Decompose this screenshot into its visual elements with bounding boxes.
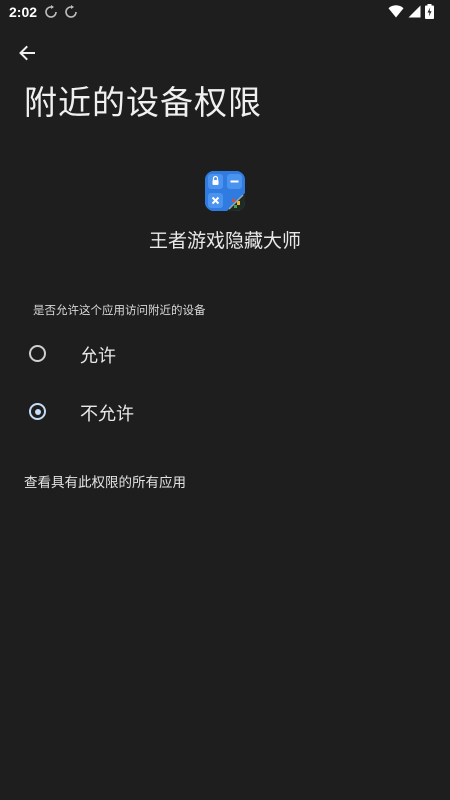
permission-question: 是否允许这个应用访问附近的设备	[33, 303, 206, 317]
option-deny-label: 不允许	[80, 404, 134, 425]
sync-icon	[45, 5, 57, 18]
sync-icon	[65, 5, 77, 18]
arrow-back-icon	[19, 45, 35, 61]
page-title: 附近的设备权限	[24, 83, 262, 122]
status-icons	[388, 4, 434, 19]
radio-button-unchecked[interactable]	[29, 345, 46, 362]
battery-charging-icon	[425, 4, 434, 19]
radio-selected-dot	[34, 408, 41, 415]
option-allow[interactable]: 允许	[0, 328, 450, 384]
calculator-app-icon	[205, 171, 245, 211]
status-bar: 2:02	[0, 0, 450, 26]
status-time: 2:02	[9, 4, 38, 20]
wifi-icon	[388, 5, 404, 18]
radio-button-checked[interactable]	[29, 403, 46, 420]
see-all-apps-link[interactable]: 查看具有此权限的所有应用	[24, 471, 186, 491]
app-name: 王者游戏隐藏大师	[148, 230, 301, 252]
back-button[interactable]	[12, 38, 42, 68]
signal-icon	[408, 5, 421, 18]
option-allow-label: 允许	[80, 346, 116, 367]
option-deny[interactable]: 不允许	[0, 386, 450, 442]
